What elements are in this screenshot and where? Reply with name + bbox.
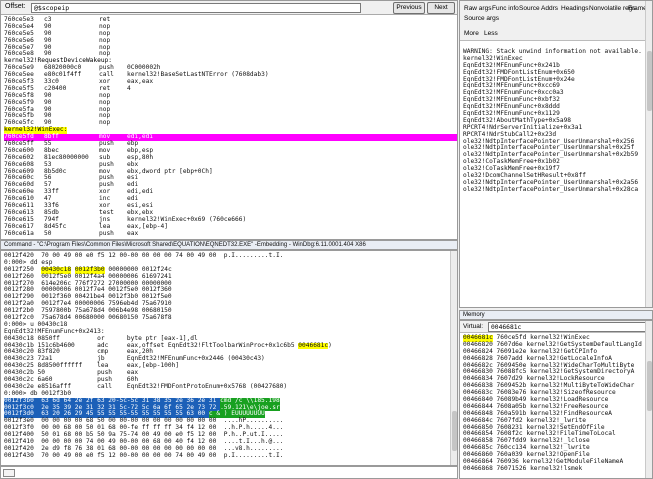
instruction-operands: eax <box>127 229 139 237</box>
more-link[interactable]: More <box>464 30 479 37</box>
instruction-bytes: 33ff <box>44 188 59 196</box>
offset-input[interactable]: @$scopeip <box>31 3 361 13</box>
disassembly-row[interactable]: 760ce5f9 90 nop <box>4 98 457 107</box>
memory-value: 76071526 kernel32!lsmek <box>496 464 583 472</box>
disassembly-row[interactable]: 760ce5ee e80c01f4ff call kernel32!BaseSetLa… <box>4 71 457 79</box>
disassembly-label[interactable]: kernel32!WinExec: <box>4 126 457 135</box>
disassembly-row[interactable]: 760ce609 8b5d0c mov ebx,dword ptr [ebp+0Ch] <box>4 167 457 176</box>
offset-label: Offset: <box>5 3 26 10</box>
instruction-bytes: 90 <box>44 43 52 51</box>
less-link[interactable]: Less <box>484 30 498 37</box>
disassembly-row[interactable]: 760ce5e6 90 nop <box>4 36 457 45</box>
tab-func-info[interactable]: Func info <box>492 5 519 12</box>
output-text: ) <box>328 341 332 349</box>
call-stack-toolbar: Raw args Func info Source Addrs Headings Nonv… <box>460 1 652 41</box>
highlighted-value: 0046681c <box>298 341 329 350</box>
disassembly-row[interactable]: 760ce5e3 c3 ret <box>4 16 457 24</box>
memory-window-title: Memory <box>459 310 653 320</box>
disassembly-row[interactable]: 760ce610 47 inc edi <box>4 195 457 203</box>
tab-raw-args[interactable]: Raw args <box>464 5 491 12</box>
command-output[interactable]: 0012f420 70 00 49 00 e0 f5 12 00-00 00 0… <box>4 252 457 465</box>
disassembly-row[interactable]: 760ce5fc 90 nop <box>4 119 457 127</box>
disassembly-row[interactable]: 760ce5e4 90 nop <box>4 22 457 31</box>
instruction-bytes: 8b5d0c <box>44 167 67 175</box>
disassembly-row[interactable]: 760ce615 794f jns kernel32!WinExec+0x69 (76… <box>4 216 457 224</box>
instruction-address: 760ce61a <box>4 229 34 237</box>
instruction-bytes: 8d45fc <box>44 222 67 230</box>
instruction-bytes: 90 <box>44 29 52 37</box>
command-window-title: Command - "C:\Program Files\Common Files… <box>0 240 458 250</box>
disassembly-row[interactable]: 760ce5fb 90 nop <box>4 113 457 120</box>
instruction-bytes: c3 <box>44 16 52 23</box>
tab-source-args[interactable]: Source args <box>464 15 499 22</box>
disassembly-row[interactable]: 760ce5ff 55 push ebp <box>4 140 457 148</box>
instruction-bytes: 90 <box>44 112 52 120</box>
command-output-line: 0012f2c0 75a678d4 00680000 00680150 75a6… <box>4 314 457 322</box>
disassembly-row[interactable]: 760ce5e5 90 nop <box>4 29 457 38</box>
instruction-bytes: 56 <box>44 174 52 182</box>
disassembly-row[interactable]: 760ce5f3 33c0 xor eax,eax <box>4 78 457 86</box>
virtual-label: Virtual: <box>463 323 484 330</box>
disassembly-row[interactable]: 760ce5f5 c20400 ret 4 <box>4 84 457 93</box>
disassembly-row[interactable]: 760ce602 81ec80000000 sub esp,80h <box>4 153 457 162</box>
virtual-address-input[interactable]: 0046681c <box>488 322 646 332</box>
disassembly-toolbar: Offset: @$scopeip Previous Next <box>1 1 457 15</box>
memory-scrollbar[interactable] <box>645 321 652 478</box>
instruction-bytes: 90 <box>44 98 52 106</box>
command-scrollbar[interactable] <box>450 251 457 465</box>
tab-source[interactable]: Source <box>519 5 540 12</box>
next-button[interactable]: Next <box>427 2 455 14</box>
disassembly-row[interactable]: 760ce5fa 90 nop <box>4 105 457 114</box>
command-prompt-icon <box>3 469 15 477</box>
instruction-operands: ebx,dword ptr [ebp+0Ch] <box>127 167 213 175</box>
command-input-bar[interactable] <box>0 466 458 479</box>
command-window: 0012f420 70 00 49 00 e0 f5 12 00-00 00 0… <box>0 250 458 466</box>
disassembly-row[interactable]: 760ce61a 50 push eax <box>4 229 457 238</box>
disassembly-row[interactable]: 760ce5e7 90 nop <box>4 43 457 52</box>
call-stack-listing[interactable]: WARNING: Stack unwind information not av… <box>463 48 652 307</box>
disassembly-row[interactable]: 760ce60d 57 push edi <box>4 181 457 189</box>
memory-window: Virtual: 0046681c 0046681c 760ce5fd kern… <box>459 320 653 479</box>
disassembly-window: Offset: @$scopeip Previous Next 760ce5e3… <box>0 0 458 240</box>
memory-listing[interactable]: 0046681c 760ce5fd kernel32!WinExec 004668… <box>463 334 652 478</box>
previous-button[interactable]: Previous <box>393 2 425 14</box>
disassembly-row[interactable]: 760ce608 53 push ebx <box>4 161 457 169</box>
instruction-operands: 4 <box>127 84 131 92</box>
command-output-line: 00430c2e e8516afff call EqnEdt32!FMDFont… <box>4 383 457 391</box>
command-output-line: 0012f430 70 00 49 00 e0 f5 12 00-00 00 0… <box>4 451 457 460</box>
instruction-bytes: 50 <box>44 229 52 237</box>
memory-toolbar: Virtual: 0046681c <box>460 321 652 333</box>
instruction-bytes: 81ec80000000 <box>44 153 89 161</box>
instruction-bytes: 8bff <box>44 133 59 141</box>
memory-row[interactable]: 00466868 76071526 kernel32!lsmek <box>463 464 652 473</box>
disassembly-listing[interactable]: 760ce5e3 c3 ret 760ce5e4 90 nop 760ce5e5 90 nop 7… <box>4 16 457 239</box>
output-text: 0012f430 70 00 49 00 e0 f5 12 00-00 00 0… <box>4 451 284 459</box>
call-stack-window: Raw args Func info Source Addrs Headings Nonv… <box>459 0 653 308</box>
instruction-mnemonic: nop <box>99 119 111 127</box>
tab-headings[interactable]: Headings <box>561 5 588 12</box>
instruction-bytes: 90 <box>44 91 52 99</box>
command-output-line: 0012f420 70 00 49 00 e0 f5 12 00-00 00 0… <box>4 252 457 260</box>
instruction-bytes: 90 <box>44 36 52 44</box>
disassembly-row[interactable]: 760ce60e 33ff xor edi,edi <box>4 188 457 196</box>
disassembly-row[interactable]: 760ce5fd 8bff mov edi,edi <box>4 133 457 142</box>
disassembly-row[interactable]: 760ce611 33f6 xor esi,esi <box>4 202 457 210</box>
call-stack-frame[interactable]: ole32!NdtpInterfacePointer_UserUnmarshal… <box>463 186 652 194</box>
disassembly-row[interactable]: 760ce5f8 90 nop <box>4 91 457 100</box>
instruction-bytes: 90 <box>44 105 52 113</box>
memory-address: 00466868 <box>463 464 493 472</box>
instruction-bytes: c20400 <box>44 84 67 92</box>
call-stack-scrollbar[interactable] <box>645 1 652 307</box>
instruction-mnemonic: push <box>99 229 114 237</box>
tab-addrs[interactable]: Addrs <box>541 5 558 12</box>
instruction-bytes: 90 <box>44 22 52 30</box>
disassembly-row[interactable]: 760ce60c 56 push esi <box>4 175 457 182</box>
disassembly-row[interactable]: 760ce617 8d45fc lea eax,[ebp-4] <box>4 222 457 231</box>
